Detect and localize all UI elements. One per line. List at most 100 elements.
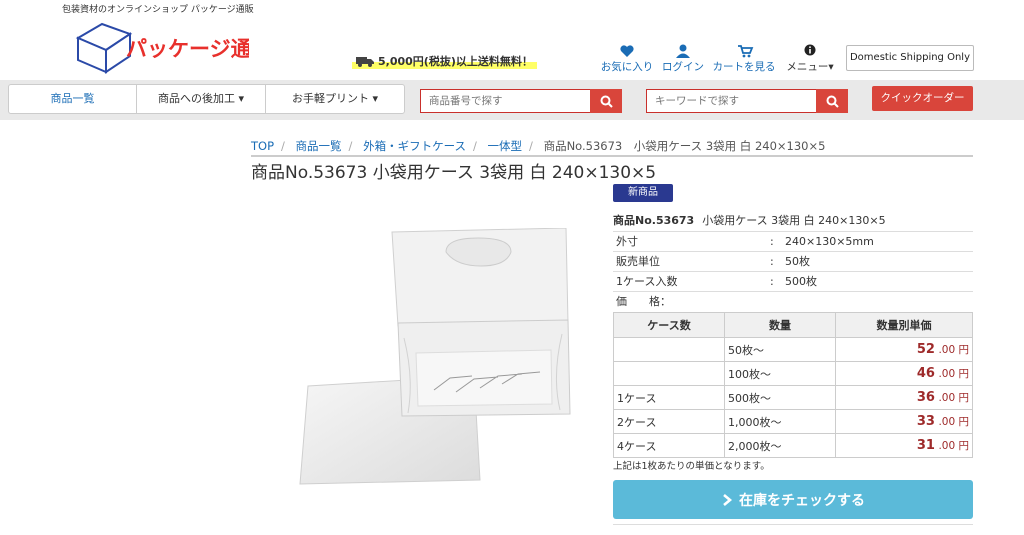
favorites-link[interactable]: お気に入り bbox=[600, 44, 654, 74]
price-cell: 31 .00 円 bbox=[835, 433, 973, 458]
unit-price: 46 bbox=[916, 366, 935, 381]
breadcrumb-separator: / bbox=[281, 139, 285, 153]
nav-easy-print[interactable]: お手軽プリント ▾ bbox=[266, 85, 404, 113]
breadcrumb: TOP / 商品一覧 / 外箱・ギフトケース / 一体型 / 商品No.53673 小袋… bbox=[251, 138, 825, 154]
spec-key: 販売単位 bbox=[616, 255, 660, 268]
spec-value: 50枚 bbox=[785, 255, 810, 268]
qty-cell: 2,000枚～ bbox=[724, 433, 836, 458]
menu-label: メニュー▾ bbox=[786, 61, 834, 73]
qty-cell: 1,000枚～ bbox=[724, 409, 836, 434]
number-search bbox=[420, 89, 622, 113]
breadcrumb-giftcase[interactable]: 外箱・ギフトケース bbox=[363, 139, 466, 153]
user-icon bbox=[676, 44, 690, 58]
cart-link[interactable]: カートを見る bbox=[712, 44, 776, 74]
shipping-notice: 5,000円(税抜)以上送料無料！ bbox=[352, 53, 537, 69]
number-search-button[interactable] bbox=[590, 89, 622, 113]
price-cell: 52 .00 円 bbox=[835, 337, 973, 362]
spec-row: 1ケース入数:500枚 bbox=[613, 271, 973, 291]
login-link[interactable]: ログイン bbox=[660, 44, 706, 74]
truck-icon bbox=[356, 57, 374, 67]
logo-text: パッケージ通販 bbox=[126, 37, 249, 61]
price-unit: .00 円 bbox=[938, 344, 969, 356]
breadcrumb-top[interactable]: TOP bbox=[251, 139, 274, 153]
spec-row: 価 格： bbox=[613, 291, 973, 311]
breadcrumb-onepiece[interactable]: 一体型 bbox=[488, 139, 523, 153]
spec-row: 外寸:240×130×5mm bbox=[613, 231, 973, 251]
keyword-search-button[interactable] bbox=[816, 89, 848, 113]
price-unit: .00 円 bbox=[938, 440, 969, 452]
table-row: 4ケース 2,000枚～ 31 .00 円 bbox=[613, 433, 973, 458]
column-header: 数量別単価 bbox=[835, 312, 973, 338]
spec-key: 外寸 bbox=[616, 235, 638, 248]
header: 包装資材のオンラインショップ パッケージ通販 パッケージ通販 5,000円(税抜… bbox=[0, 0, 1024, 80]
breadcrumb-products[interactable]: 商品一覧 bbox=[296, 139, 342, 153]
new-product-badge: 新商品 bbox=[613, 184, 673, 202]
price-note: 上記は1枚あたりの単価となります。 bbox=[613, 461, 770, 472]
category-nav: 商品一覧 商品への後加工 ▾ お手軽プリント ▾ bbox=[8, 84, 405, 114]
table-row: 100枚～ 46 .00 円 bbox=[613, 361, 973, 386]
breadcrumb-current: 商品No.53673 小袋用ケース 3袋用 白 240×130×5 bbox=[543, 139, 826, 153]
shipping-text: 5,000円(税抜)以上送料無料！ bbox=[378, 55, 533, 68]
quick-order-button[interactable]: クイックオーダー bbox=[872, 86, 973, 111]
spec-value: 500枚 bbox=[785, 275, 817, 288]
qty-cell: 50枚～ bbox=[724, 337, 836, 362]
site-logo[interactable]: パッケージ通販 bbox=[74, 16, 249, 74]
page-title: 商品No.53673 小袋用ケース 3袋用 白 240×130×5 bbox=[251, 163, 657, 183]
bottom-divider bbox=[613, 524, 973, 525]
table-row: 1ケース 500枚～ 36 .00 円 bbox=[613, 385, 973, 410]
cases-cell bbox=[613, 361, 725, 386]
cases-cell: 4ケース bbox=[613, 433, 725, 458]
cases-cell: 1ケース bbox=[613, 385, 725, 410]
cart-label: カートを見る bbox=[712, 61, 776, 73]
cart-icon bbox=[738, 45, 754, 58]
column-header: ケース数 bbox=[613, 312, 725, 338]
spec-colon: : bbox=[770, 255, 774, 268]
price-unit: .00 円 bbox=[938, 416, 969, 428]
qty-cell: 100枚～ bbox=[724, 361, 836, 386]
nav-bar: 商品一覧 商品への後加工 ▾ お手軽プリント ▾ クイックオーダー bbox=[0, 80, 1024, 120]
spec-row: 販売単位:50枚 bbox=[613, 251, 973, 271]
spec-value: 240×130×5mm bbox=[785, 235, 874, 248]
stock-check-button[interactable]: 在庫をチェックする bbox=[613, 480, 973, 519]
nav-post-processing[interactable]: 商品への後加工 ▾ bbox=[137, 85, 266, 113]
price-table: ケース数 数量 数量別単価 50枚～ 52 .00 円 100枚～ 46 .00… bbox=[613, 312, 973, 458]
table-row: 2ケース 1,000枚～ 33 .00 円 bbox=[613, 409, 973, 434]
price-cell: 33 .00 円 bbox=[835, 409, 973, 434]
qty-cell: 500枚～ bbox=[724, 385, 836, 410]
unit-price: 31 bbox=[916, 438, 935, 453]
site-tagline: 包装資材のオンラインショップ パッケージ通販 bbox=[62, 5, 254, 15]
unit-price: 36 bbox=[916, 390, 935, 405]
stock-check-label: 在庫をチェックする bbox=[739, 492, 865, 509]
product-name: 商品No.53673 小袋用ケース 3袋用 白 240×130×5 bbox=[613, 212, 886, 228]
keyword-search bbox=[646, 89, 848, 113]
unit-price: 52 bbox=[916, 342, 935, 357]
nav-product-list[interactable]: 商品一覧 bbox=[9, 85, 137, 113]
search-icon bbox=[826, 95, 839, 108]
title-divider bbox=[251, 155, 973, 157]
keyword-search-input[interactable] bbox=[646, 89, 816, 113]
table-row: 50枚～ 52 .00 円 bbox=[613, 337, 973, 362]
spec-list: 外寸:240×130×5mm 販売単位:50枚 1ケース入数:500枚 価 格： bbox=[613, 231, 973, 311]
price-cell: 36 .00 円 bbox=[835, 385, 973, 410]
column-header: 数量 bbox=[724, 312, 836, 338]
heart-icon bbox=[620, 45, 634, 57]
domestic-shipping-button[interactable]: Domestic Shipping Only bbox=[846, 45, 974, 71]
spec-colon: : bbox=[770, 235, 774, 248]
product-name-text: 小袋用ケース 3袋用 白 240×130×5 bbox=[702, 214, 886, 227]
menu-button[interactable]: メニュー▾ bbox=[782, 44, 838, 74]
product-number: 商品No.53673 bbox=[613, 214, 695, 227]
search-icon bbox=[600, 95, 613, 108]
info-icon bbox=[804, 44, 816, 56]
price-unit: .00 円 bbox=[938, 368, 969, 380]
unit-price: 33 bbox=[916, 414, 935, 429]
favorites-label: お気に入り bbox=[600, 61, 654, 73]
cases-cell: 2ケース bbox=[613, 409, 725, 434]
number-search-input[interactable] bbox=[420, 89, 590, 113]
login-label: ログイン bbox=[662, 61, 704, 73]
breadcrumb-separator: / bbox=[473, 139, 477, 153]
breadcrumb-separator: / bbox=[348, 139, 353, 153]
price-unit: .00 円 bbox=[938, 392, 969, 404]
table-header-row: ケース数 数量 数量別単価 bbox=[613, 312, 973, 338]
chevron-right-icon bbox=[723, 493, 733, 506]
spec-key: 1ケース入数 bbox=[616, 275, 678, 288]
